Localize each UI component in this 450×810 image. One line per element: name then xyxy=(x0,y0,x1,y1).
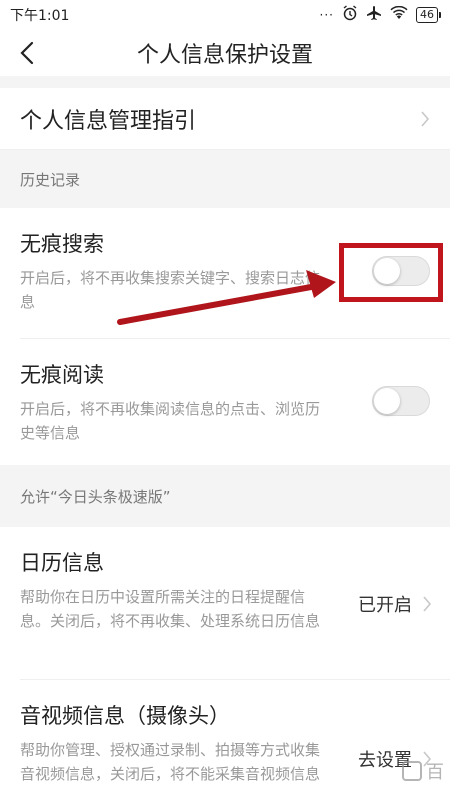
status-bar: 下午1:01 ··· 46 xyxy=(0,0,450,30)
nav-bar: 个人信息保护设置 xyxy=(0,30,450,76)
management-guide-label: 个人信息管理指引 xyxy=(20,103,196,135)
chevron-left-icon xyxy=(19,41,35,65)
toggle-knob xyxy=(374,388,400,414)
wifi-icon xyxy=(390,6,408,24)
battery-indicator: 46 xyxy=(416,7,438,23)
back-button[interactable] xyxy=(12,36,42,70)
calendar-info-row[interactable]: 日历信息 帮助你在日历中设置所需关注的日程提醒信息。关闭后，将不再收集、处理系统… xyxy=(0,527,450,679)
watermark-logo-icon xyxy=(402,761,422,781)
status-time: 下午1:01 xyxy=(10,5,69,25)
watermark: 百 xyxy=(402,758,444,784)
incognito-reading-setting: 无痕阅读 开启后，将不再收集阅读信息的点击、浏览历史等信息 xyxy=(0,339,450,465)
camera-info-desc: 帮助你管理、授权通过录制、拍摄等方式收集音视频信息，关闭后，将不能采集音视频信息 xyxy=(20,738,320,786)
camera-info-title: 音视频信息（摄像头） xyxy=(20,700,430,730)
section-header-history: 历史记录 xyxy=(0,150,450,208)
incognito-reading-toggle[interactable] xyxy=(372,386,430,416)
chevron-right-icon xyxy=(422,595,432,613)
camera-info-row[interactable]: 音视频信息（摄像头） 帮助你管理、授权通过录制、拍摄等方式收集音视频信息，关闭后… xyxy=(0,680,450,810)
alarm-icon xyxy=(342,5,358,25)
annotation-highlight-box xyxy=(339,243,443,302)
incognito-search-desc: 开启后，将不再收集搜索关键字、搜索日志信息 xyxy=(20,266,320,314)
section-header-allow: 允许“今日头条极速版” xyxy=(0,465,450,527)
calendar-info-status: 已开启 xyxy=(358,591,412,617)
status-icons: ··· 46 xyxy=(320,5,438,25)
incognito-reading-desc: 开启后，将不再收集阅读信息的点击、浏览历史等信息 xyxy=(20,397,320,445)
chevron-right-icon xyxy=(420,110,430,128)
management-guide-row[interactable]: 个人信息管理指引 xyxy=(0,88,450,150)
airplane-icon xyxy=(366,5,382,25)
top-divider-strip xyxy=(0,76,450,88)
calendar-info-desc: 帮助你在日历中设置所需关注的日程提醒信息。关闭后，将不再收集、处理系统日历信息 xyxy=(20,585,320,633)
calendar-info-value: 已开启 xyxy=(358,591,432,617)
signal-dots: ··· xyxy=(320,8,334,22)
content: 个人信息管理指引 历史记录 无痕搜索 开启后，将不再收集搜索关键字、搜索日志信息… xyxy=(0,76,450,810)
page-title: 个人信息保护设置 xyxy=(137,37,313,69)
watermark-text: 百 xyxy=(426,758,444,784)
calendar-info-title: 日历信息 xyxy=(20,547,430,577)
incognito-reading-title: 无痕阅读 xyxy=(20,359,430,389)
